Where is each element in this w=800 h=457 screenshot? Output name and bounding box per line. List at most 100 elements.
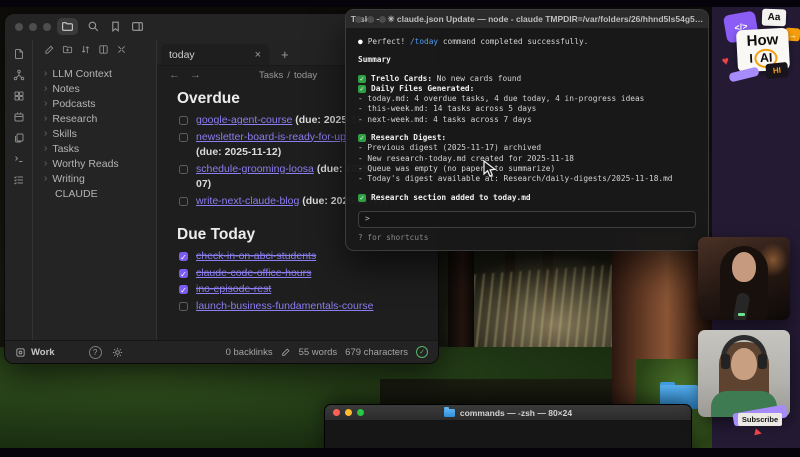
success-check-icon xyxy=(358,85,366,93)
bookmarks-icon[interactable] xyxy=(109,20,122,33)
checkbox[interactable] xyxy=(179,302,188,311)
checkbox[interactable] xyxy=(179,197,188,206)
sidebar-item-worthy-reads[interactable]: ›Worthy Reads xyxy=(44,156,156,171)
task-link[interactable]: launch-business-fundamentals-course xyxy=(196,300,373,312)
close-traffic-light[interactable] xyxy=(333,409,340,416)
task-link[interactable]: write-next-claude-blog xyxy=(196,195,299,207)
ideas-list: discovery-habit-assessment ghost just-no… xyxy=(177,363,438,364)
new-note-icon[interactable] xyxy=(44,44,55,55)
forward-arrow-icon[interactable]: → xyxy=(190,69,201,81)
checkbox-checked[interactable] xyxy=(179,285,188,294)
sidebar-item-writing[interactable]: ›Writing xyxy=(44,171,156,186)
task-item: claude-code-office-hours xyxy=(179,266,392,282)
chevron-right-icon: › xyxy=(44,129,47,139)
microphone-led xyxy=(738,313,745,316)
success-check-icon xyxy=(358,194,366,202)
daily-notes-icon[interactable] xyxy=(13,132,25,144)
claude-prompt-input[interactable]: > xyxy=(358,211,696,228)
sidebar-item-podcasts[interactable]: ›Podcasts xyxy=(44,96,156,111)
canvas-icon[interactable] xyxy=(13,90,25,102)
slash-command: /today xyxy=(410,37,438,46)
minimize-traffic-light[interactable] xyxy=(367,16,374,23)
sort-order-icon[interactable] xyxy=(80,44,91,55)
file-explorer: ›LLM Context ›Notes ›Podcasts ›Research … xyxy=(33,40,157,341)
task-link[interactable]: schedule-grooming-loosa xyxy=(196,163,314,175)
terminal-title: commands — -zsh — 80×24 xyxy=(460,408,572,418)
minimize-traffic-light[interactable] xyxy=(345,409,352,416)
sidebar-item-research[interactable]: ›Research xyxy=(44,111,156,126)
sidebar-toggle-icon[interactable] xyxy=(131,20,144,33)
terminal-line: - Today's digest available at: Research/… xyxy=(358,174,696,184)
sidebar-item-notes[interactable]: ›Notes xyxy=(44,81,156,96)
subscribe-badge[interactable]: Subscribe ▶ xyxy=(728,407,792,441)
search-icon[interactable] xyxy=(87,20,100,33)
checkbox[interactable] xyxy=(179,165,188,174)
terminal-titlebar[interactable]: commands — -zsh — 80×24 xyxy=(325,405,691,421)
new-folder-icon[interactable] xyxy=(62,44,73,55)
checkbox-checked[interactable] xyxy=(179,269,188,278)
person-face xyxy=(732,252,756,282)
headphone-earcup xyxy=(721,354,730,369)
task-link[interactable]: check-in-on-abci-students xyxy=(196,250,316,262)
bullet-icon: ● xyxy=(358,37,363,46)
shortcuts-hint: ? for shortcuts xyxy=(358,233,696,243)
zoom-traffic-light[interactable] xyxy=(357,409,364,416)
calendar-icon[interactable] xyxy=(13,111,25,123)
sidebar-item-claude[interactable]: CLAUDE xyxy=(44,186,156,201)
fold-panel-icon[interactable] xyxy=(98,44,109,55)
success-check-icon xyxy=(358,75,366,83)
task-link[interactable]: claude-code-office-hours xyxy=(196,267,311,279)
terminal-output: ●Perfect! /today command completed succe… xyxy=(346,29,708,243)
terminal-line: - next-week.md: 4 tasks across 7 days xyxy=(358,115,696,125)
checkbox[interactable] xyxy=(179,116,188,125)
back-arrow-icon[interactable]: ← xyxy=(169,69,180,81)
terminal-line: - Previous digest (2025-11-17) archived xyxy=(358,143,696,153)
edit-mode-pencil-icon[interactable] xyxy=(281,347,291,357)
task-item: launch-business-fundamentals-course xyxy=(179,299,392,315)
checkbox[interactable] xyxy=(179,133,188,142)
sync-status-icon[interactable] xyxy=(416,346,428,358)
chevron-right-icon: › xyxy=(44,144,47,154)
close-traffic-light[interactable] xyxy=(15,23,23,31)
claude-terminal-window: Tasks — ✳ claude.json Update — node - cl… xyxy=(345,9,709,251)
terminal-titlebar[interactable]: Tasks — ✳ claude.json Update — node - cl… xyxy=(346,10,708,29)
collapse-all-icon[interactable] xyxy=(116,44,127,55)
chevron-right-icon: › xyxy=(44,159,47,169)
status-bar: Work ? 0 backlinks 55 words 679 characte… xyxy=(5,340,438,363)
vault-switcher[interactable]: Work xyxy=(31,347,55,358)
graph-view-icon[interactable] xyxy=(13,69,25,81)
zoom-traffic-light[interactable] xyxy=(379,16,386,23)
backlinks-count[interactable]: 0 backlinks xyxy=(226,347,273,358)
quick-switcher-icon[interactable] xyxy=(13,48,25,60)
list-item: discovery-habit-assessment xyxy=(183,363,379,364)
terminal-line: - this-week.md: 14 tasks across 5 days xyxy=(358,104,696,114)
screen-share-region: ›LLM Context ›Notes ›Podcasts ›Research … xyxy=(0,7,712,448)
webcam-host-2 xyxy=(698,330,790,417)
close-icon[interactable]: × xyxy=(255,49,261,61)
sidebar-item-tasks[interactable]: ›Tasks xyxy=(44,141,156,156)
zoom-traffic-light[interactable] xyxy=(43,23,51,31)
character-count: 679 characters xyxy=(345,347,408,358)
terminal-panel-icon[interactable] xyxy=(13,153,25,165)
chevron-right-icon: › xyxy=(44,84,47,94)
left-icon-rail xyxy=(5,40,33,341)
sidebar-item-llm-context[interactable]: ›LLM Context xyxy=(44,66,156,81)
summary-heading: Summary xyxy=(358,55,696,65)
letterbox-bottom xyxy=(0,448,800,457)
checklist-icon[interactable] xyxy=(13,174,25,186)
task-link[interactable]: ino-episode-rest xyxy=(196,283,271,295)
settings-gear-icon[interactable] xyxy=(112,347,123,358)
help-icon[interactable]: ? xyxy=(89,346,102,359)
sidebar-item-skills[interactable]: ›Skills xyxy=(44,126,156,141)
close-traffic-light[interactable] xyxy=(355,16,362,23)
files-toggle-icon[interactable] xyxy=(57,18,78,35)
terminal-line: - Queue was empty (no papers to summariz… xyxy=(358,164,696,174)
checkbox-checked[interactable] xyxy=(179,252,188,261)
webcam-host-1 xyxy=(698,237,790,320)
tab-today[interactable]: today × xyxy=(161,44,269,65)
subscribe-label[interactable]: Subscribe xyxy=(738,413,782,426)
minimize-traffic-light[interactable] xyxy=(29,23,37,31)
task-link[interactable]: google-agent-course xyxy=(196,114,292,126)
breadcrumb[interactable]: Tasks/today xyxy=(259,70,317,81)
new-tab-icon[interactable]: + xyxy=(281,44,289,65)
